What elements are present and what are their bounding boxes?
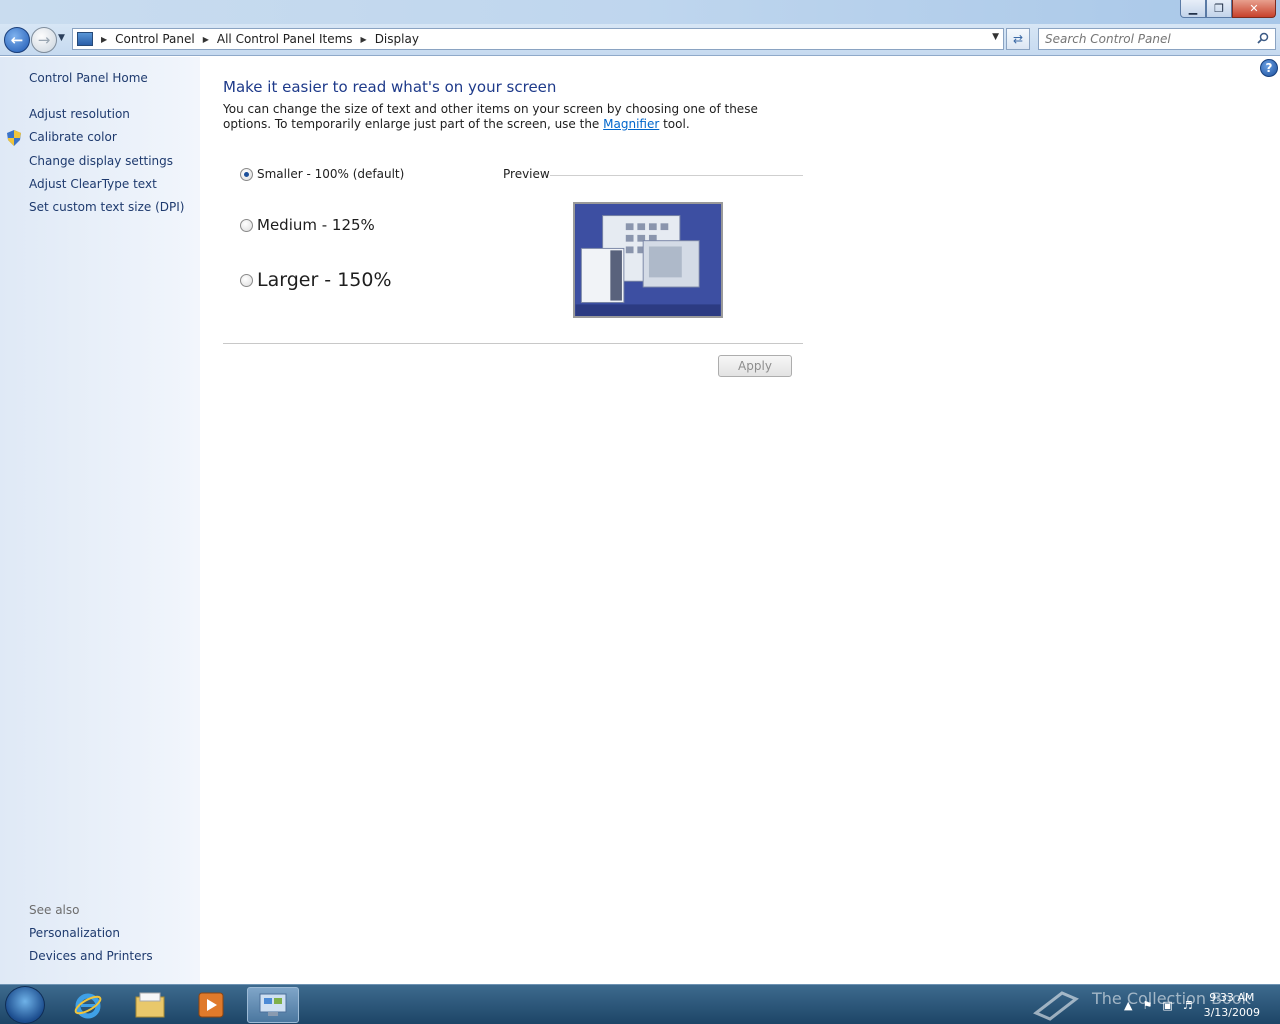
task-pane: Control Panel Home Adjust resolution Cal…: [0, 57, 200, 984]
help-icon[interactable]: ?: [1260, 59, 1278, 77]
folder-icon: [135, 992, 165, 1018]
chevron-right-icon[interactable]: ▶: [361, 35, 367, 44]
calibrate-color-link[interactable]: Calibrate color: [29, 130, 117, 144]
search-box[interactable]: [1038, 28, 1276, 50]
see-also-heading: See also: [29, 903, 80, 917]
forward-button[interactable]: →: [31, 27, 57, 53]
windows-explorer-icon[interactable]: [124, 987, 176, 1023]
clock-time: 9:33 AM: [1209, 991, 1255, 1004]
adjust-cleartype-link[interactable]: Adjust ClearType text: [29, 177, 157, 191]
custom-text-size-link[interactable]: Set custom text size (DPI): [29, 200, 184, 214]
volume-icon[interactable]: ♬: [1183, 999, 1193, 1012]
refresh-button[interactable]: ⇄: [1006, 28, 1030, 50]
main-content: ? Make it easier to read what's on your …: [200, 57, 1280, 984]
option-medium[interactable]: Medium - 125%: [240, 216, 375, 234]
personalization-link[interactable]: Personalization: [29, 926, 120, 940]
content-divider: [223, 343, 803, 344]
preview-image: [573, 202, 723, 318]
breadcrumb-display[interactable]: Display: [375, 32, 419, 46]
preview-divider: [550, 175, 803, 176]
taskbar: The Collection Book ▲ ⚑ ▣ ♬ 9:33 AM 3/13…: [0, 984, 1280, 1024]
search-icon[interactable]: [1257, 32, 1269, 44]
option-larger-label: Larger - 150%: [257, 269, 392, 291]
minimize-button[interactable]: ▁: [1180, 0, 1206, 18]
breadcrumb-control-panel[interactable]: Control Panel: [115, 32, 195, 46]
page-description: You can change the size of text and othe…: [223, 102, 783, 132]
option-smaller-label: Smaller - 100% (default): [257, 167, 405, 181]
page-title: Make it easier to read what's on your sc…: [223, 78, 557, 96]
window-controls: ▁ ❐ ✕: [1180, 0, 1276, 18]
option-medium-label: Medium - 125%: [257, 216, 375, 234]
chevron-right-icon[interactable]: ▶: [203, 35, 209, 44]
close-button[interactable]: ✕: [1232, 0, 1276, 18]
apply-button[interactable]: Apply: [718, 355, 792, 377]
watermark-book-icon: [1033, 991, 1079, 1021]
magnifier-link[interactable]: Magnifier: [603, 117, 659, 131]
play-icon: [198, 992, 224, 1018]
address-dropdown-icon[interactable]: ▼: [992, 32, 999, 42]
title-bar: ▁ ❐ ✕: [0, 0, 1280, 24]
radio-larger[interactable]: [240, 273, 253, 287]
media-player-icon[interactable]: [185, 987, 237, 1023]
address-bar[interactable]: ▶ Control Panel ▶ All Control Panel Item…: [72, 28, 1004, 50]
maximize-button[interactable]: ❐: [1206, 0, 1232, 18]
devices-printers-link[interactable]: Devices and Printers: [29, 949, 153, 963]
system-tray: ▲ ⚑ ▣ ♬ 9:33 AM 3/13/2009: [1119, 985, 1280, 1024]
internet-explorer-icon[interactable]: [62, 987, 114, 1023]
clock[interactable]: 9:33 AM 3/13/2009: [1204, 990, 1260, 1020]
search-input[interactable]: [1045, 32, 1255, 46]
show-hidden-icons[interactable]: ▲: [1124, 999, 1132, 1012]
control-panel-icon: [77, 32, 93, 46]
ie-logo-icon: [74, 993, 102, 1019]
back-button[interactable]: ←: [4, 27, 30, 53]
control-panel-home-link[interactable]: Control Panel Home: [29, 71, 148, 85]
preview-label: Preview: [503, 167, 550, 181]
control-panel-task[interactable]: [247, 987, 299, 1023]
network-icon[interactable]: ▣: [1162, 999, 1172, 1012]
option-smaller[interactable]: Smaller - 100% (default): [240, 167, 404, 181]
description-tail: tool.: [659, 117, 690, 131]
change-display-settings-link[interactable]: Change display settings: [29, 154, 173, 168]
recent-pages-dropdown[interactable]: ▼: [58, 33, 65, 43]
radio-smaller[interactable]: [240, 167, 253, 181]
breadcrumb-all-items[interactable]: All Control Panel Items: [217, 32, 353, 46]
adjust-resolution-link[interactable]: Adjust resolution: [29, 107, 130, 121]
navigation-bar: ← → ▼ ▶ Control Panel ▶ All Control Pane…: [0, 24, 1280, 56]
clock-date: 3/13/2009: [1203, 1006, 1260, 1019]
shield-icon: [7, 130, 21, 146]
option-larger[interactable]: Larger - 150%: [240, 269, 392, 291]
start-button[interactable]: [5, 986, 45, 1024]
radio-medium[interactable]: [240, 218, 253, 232]
control-panel-icon: [259, 993, 287, 1016]
action-center-icon[interactable]: ⚑: [1142, 999, 1152, 1012]
chevron-right-icon[interactable]: ▶: [101, 35, 107, 44]
